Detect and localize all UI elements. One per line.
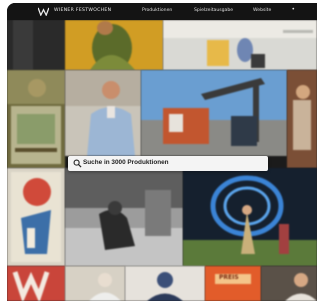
production-tile[interactable] (141, 70, 287, 156)
production-tile[interactable] (65, 70, 141, 156)
production-tile[interactable] (183, 168, 317, 266)
brand-logo-icon[interactable] (38, 7, 49, 16)
production-tile[interactable] (261, 266, 317, 301)
search-bar[interactable]: Suche in 3000 Produktionen (68, 156, 268, 171)
nav-link-produktionen[interactable]: Produktionen (142, 8, 172, 13)
search-icon (73, 159, 82, 168)
production-tile[interactable] (7, 70, 65, 168)
production-tile[interactable] (65, 266, 125, 301)
gallery-screen: WIENER FESTWOCHEN Produktionen Spielzeit… (7, 3, 317, 301)
production-tile[interactable]: PREIS (205, 266, 261, 301)
brand-name[interactable]: WIENER FESTWOCHEN (54, 8, 111, 13)
nav-link-spielzeitausgabe[interactable]: Spielzeitausgabe (194, 8, 233, 13)
production-tile[interactable] (65, 20, 163, 70)
search-input[interactable]: Suche in 3000 Produktionen (83, 159, 169, 166)
nav-link-website[interactable]: Website (253, 8, 271, 13)
poster-text: PREIS (219, 274, 239, 281)
production-tile[interactable] (287, 70, 317, 168)
production-tile[interactable] (163, 20, 317, 70)
production-tile[interactable] (65, 168, 183, 266)
production-tile[interactable] (125, 266, 205, 301)
top-navigation: WIENER FESTWOCHEN Produktionen Spielzeit… (7, 3, 317, 20)
more-menu-icon[interactable]: • (291, 6, 295, 13)
production-tile[interactable] (7, 266, 65, 301)
production-tile[interactable] (7, 168, 65, 266)
page: WIENER FESTWOCHEN Produktionen Spielzeit… (0, 0, 317, 301)
production-tile[interactable] (7, 20, 65, 70)
